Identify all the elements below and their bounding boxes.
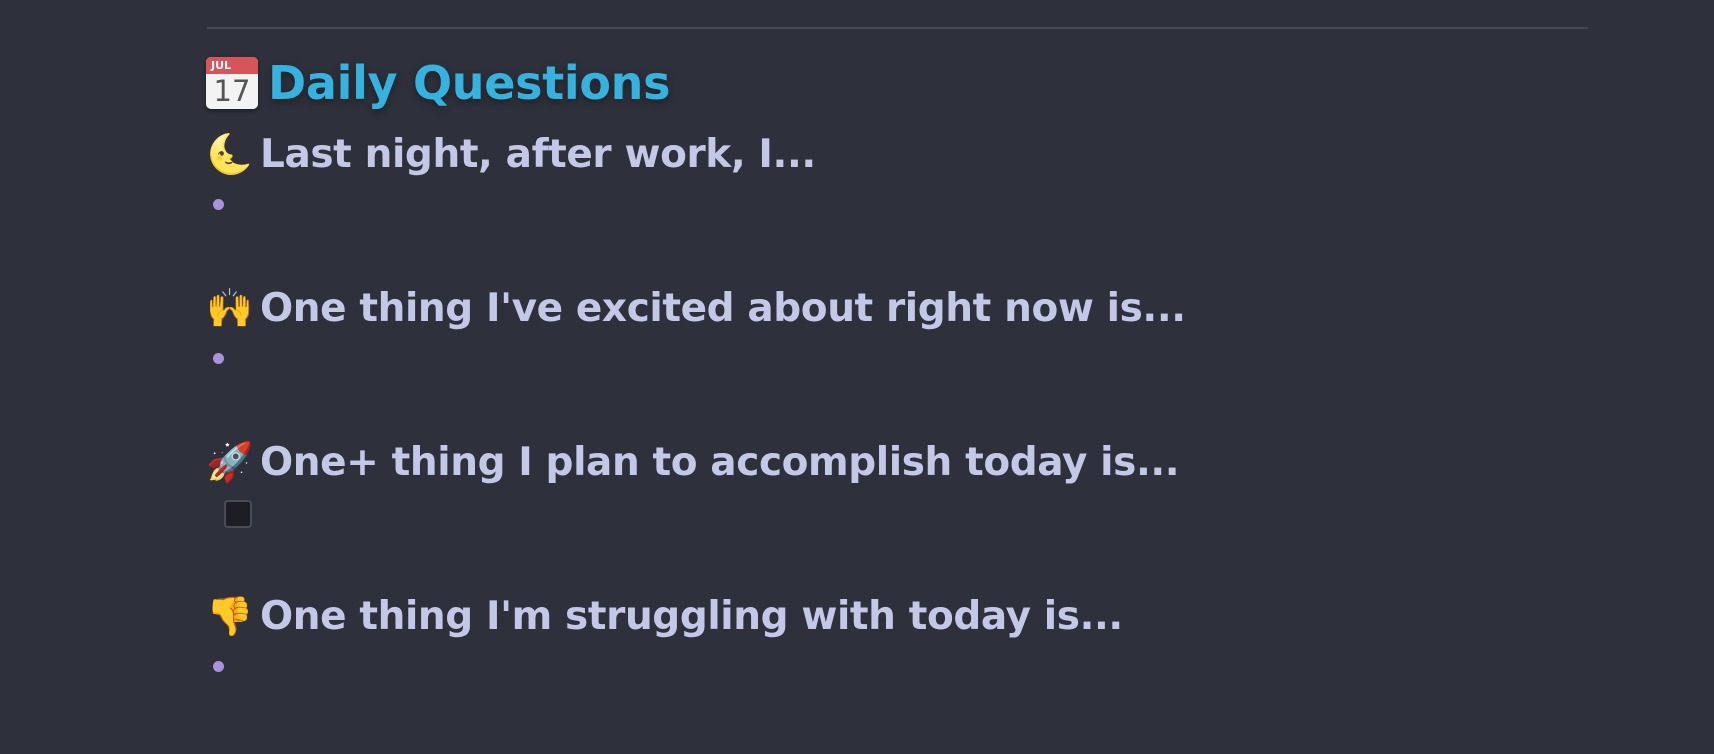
question-heading[interactable]: One thing I've excited about right now i… [260,286,1186,331]
question-heading[interactable]: One+ thing I plan to accomplish today is… [260,440,1180,485]
rocket-icon: 🚀 [206,440,254,484]
daily-questions-heading: JUL 17 Daily Questions [206,52,670,114]
question-heading[interactable]: Last night, after work, I... [260,132,816,177]
todo-checkbox[interactable] [224,500,252,528]
horizontal-divider [207,27,1588,29]
calendar-month: JUL [206,57,258,74]
question-plan-to-accomplish: 🚀 One+ thing I plan to accomplish today … [206,436,1180,488]
question-last-night: 🌜 Last night, after work, I... [206,128,816,180]
raised-hands-icon: 🙌 [206,286,254,330]
empty-bullet-item[interactable] [213,661,224,672]
empty-bullet-item[interactable] [213,353,224,364]
question-heading[interactable]: One thing I'm struggling with today is..… [260,594,1123,639]
calendar-icon: JUL 17 [206,57,258,109]
moon-icon: 🌜 [206,132,254,176]
thumbs-down-icon: 👎 [206,594,254,638]
empty-bullet-item[interactable] [213,199,224,210]
page-title[interactable]: Daily Questions [268,56,670,110]
calendar-day: 17 [213,74,251,108]
question-struggling-with: 👎 One thing I'm struggling with today is… [206,590,1123,642]
question-excited-about: 🙌 One thing I've excited about right now… [206,282,1186,334]
